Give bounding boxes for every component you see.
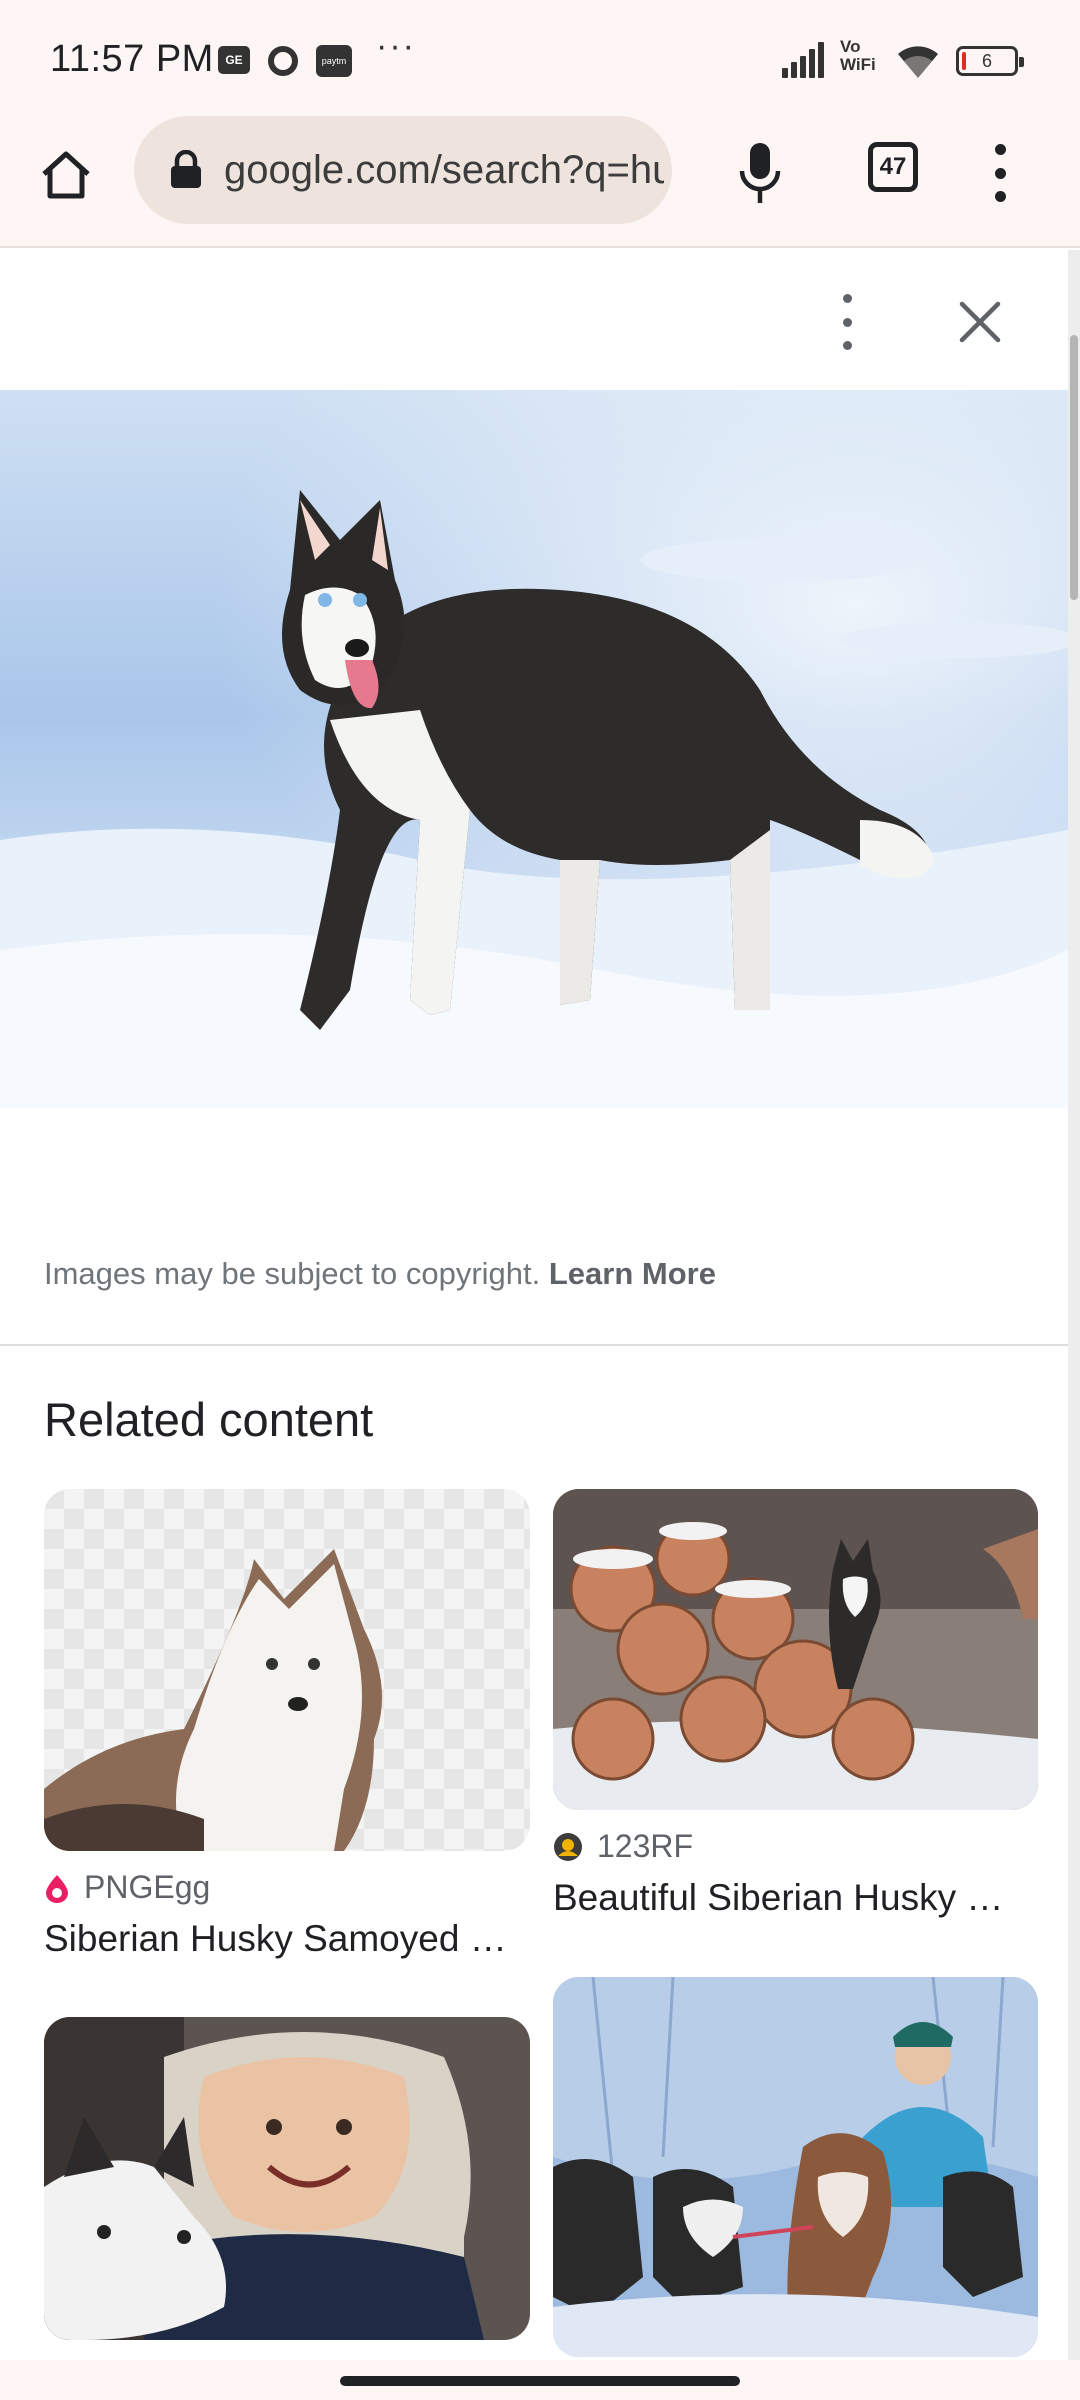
related-card-123rf[interactable]: 123RF Beautiful Siberian Husky …: [553, 1489, 1038, 1919]
status-bar: 11:57 PM GE paytm ··· Vo WiFi 6: [0, 0, 1080, 98]
gallery-badge-icon: GE: [218, 46, 250, 74]
husky-with-logs-image: [553, 1489, 1038, 1810]
boy-with-husky-puppy-image: [44, 2017, 530, 2340]
learn-more-link[interactable]: Learn More: [549, 1256, 716, 1291]
related-card-pngegg[interactable]: PNGEgg Siberian Husky Samoyed …: [44, 1489, 530, 1960]
card-source-name: PNGEgg: [84, 1869, 211, 1905]
more-vert-icon[interactable]: [834, 294, 860, 350]
related-content-heading: Related content: [44, 1393, 374, 1446]
system-nav-bar: [0, 2360, 1080, 2400]
pngegg-icon: [46, 1874, 68, 1903]
husky-in-snow-image: [0, 390, 1068, 1108]
home-button[interactable]: [32, 140, 100, 208]
related-card-thumbnail[interactable]: [44, 1489, 530, 1851]
card-source: 123RF: [553, 1828, 1038, 1865]
section-divider: [0, 1344, 1068, 1346]
home-icon: [42, 151, 90, 199]
related-card-sled-dogs[interactable]: [553, 1977, 1038, 2357]
gesture-handle[interactable]: [340, 2376, 740, 2386]
voice-search-button[interactable]: [730, 136, 790, 212]
vowifi-label: Vo WiFi: [840, 37, 876, 74]
tab-switcher-button[interactable]: 47: [868, 142, 918, 192]
battery-icon: 6: [956, 46, 1024, 76]
image-viewer-header: [0, 250, 1068, 390]
address-bar[interactable]: google.com/search?q=husky: [134, 116, 672, 224]
related-card-thumbnail[interactable]: [44, 2017, 530, 2340]
main-preview-image[interactable]: [0, 390, 1068, 1108]
related-card-thumbnail[interactable]: [553, 1977, 1038, 2357]
url-text: google.com/search?q=husky: [224, 147, 664, 192]
copyright-text: Images may be subject to copyright.: [44, 1256, 549, 1291]
overflow-menu-icon[interactable]: [985, 140, 1015, 206]
card-title[interactable]: Beautiful Siberian Husky …: [553, 1877, 1038, 1919]
copyright-notice: Images may be subject to copyright. Lear…: [44, 1256, 716, 1292]
related-card-thumbnail[interactable]: [553, 1489, 1038, 1810]
card-source-name: 123RF: [597, 1828, 694, 1864]
paytm-icon: paytm: [316, 45, 352, 77]
related-card-boy-puppy[interactable]: [44, 2017, 530, 2340]
browser-toolbar: google.com/search?q=husky 47: [0, 98, 1080, 248]
mic-icon: [739, 143, 781, 203]
scrollbar-thumb[interactable]: [1070, 335, 1078, 600]
123rf-icon: [554, 1832, 582, 1861]
status-time: 11:57 PM: [50, 38, 214, 80]
signal-icon: [782, 42, 830, 78]
wifi-icon: [898, 46, 938, 78]
close-icon[interactable]: [952, 294, 1008, 350]
husky-samoyed-image: [44, 1489, 530, 1851]
card-source: PNGEgg: [44, 1869, 530, 1906]
battery-level: 6: [981, 50, 992, 71]
sled-dogs-image: [553, 1977, 1038, 2357]
more-notifications-icon: ···: [376, 26, 416, 65]
opera-icon: [268, 46, 298, 76]
card-title[interactable]: Siberian Husky Samoyed …: [44, 1918, 530, 1960]
lock-icon: [171, 150, 201, 188]
